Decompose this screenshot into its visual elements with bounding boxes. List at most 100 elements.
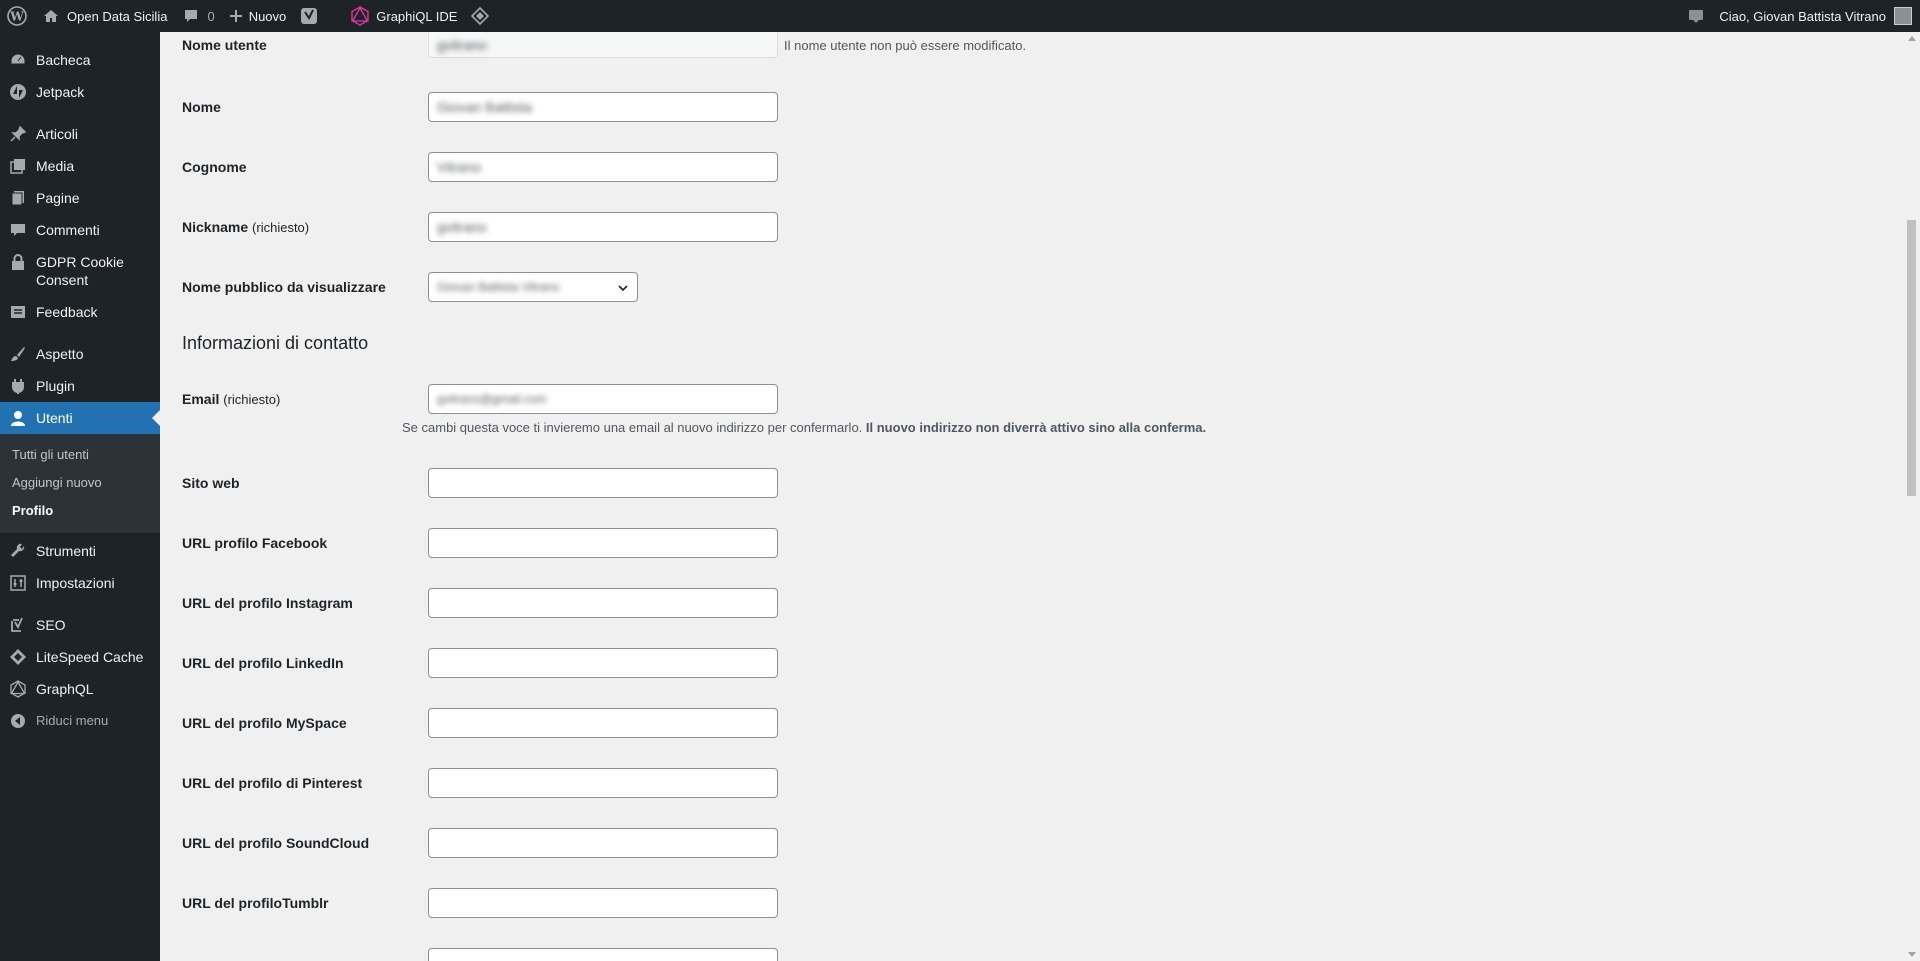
form-row-instagram: URL del profilo Instagram xyxy=(182,588,778,618)
menu-item-graphql[interactable]: GraphQL xyxy=(0,673,160,705)
form-row-display-name: Nome pubblico da visualizzare Giovan Bat… xyxy=(182,272,638,302)
menu-label: Impostazioni xyxy=(36,575,115,591)
myspace-url-field[interactable] xyxy=(428,708,778,738)
menu-item-jetpack[interactable]: Jetpack xyxy=(0,76,160,108)
user-greeting: Ciao, Giovan Battista Vitrano xyxy=(1719,8,1886,24)
page-scrollbar[interactable] xyxy=(1903,32,1920,961)
adminbar-right: Ciao, Giovan Battista Vitrano xyxy=(1680,0,1920,32)
comments-count: 0 xyxy=(207,8,215,24)
linkedin-url-field[interactable] xyxy=(428,648,778,678)
my-account-link[interactable]: Ciao, Giovan Battista Vitrano xyxy=(1712,0,1920,32)
submenu-item-profilo[interactable]: Profilo xyxy=(0,497,160,525)
menu-item-strumenti[interactable]: Strumenti xyxy=(0,535,160,567)
brush-icon xyxy=(8,345,28,363)
pages-icon xyxy=(8,189,28,207)
form-row-linkedin: URL del profilo LinkedIn xyxy=(182,648,778,678)
facebook-url-field[interactable] xyxy=(428,528,778,558)
collapse-icon xyxy=(8,712,28,730)
menu-label: Media xyxy=(36,158,75,174)
media-icon xyxy=(8,157,28,175)
menu-label: Strumenti xyxy=(36,543,96,559)
tumblr-url-field[interactable] xyxy=(428,888,778,918)
wordpress-icon: W xyxy=(7,6,27,26)
feedback-icon xyxy=(8,303,28,321)
litespeed-adminbar-button[interactable] xyxy=(464,0,496,32)
graphiql-ide-label: GraphiQL IDE xyxy=(376,8,458,24)
username-field: gvitrano xyxy=(428,32,778,58)
tumblr-label: URL del profiloTumblr xyxy=(182,894,329,911)
form-row-first-name: Nome Giovan Battista xyxy=(182,92,778,122)
chevron-down-icon xyxy=(617,281,629,297)
scrollbar-thumb[interactable] xyxy=(1907,220,1916,496)
form-row-facebook: URL profilo Facebook xyxy=(182,528,778,558)
menu-label: Commenti xyxy=(36,222,100,238)
facebook-label: URL profilo Facebook xyxy=(182,534,328,551)
menu-item-litespeed[interactable]: LiteSpeed Cache xyxy=(0,641,160,673)
form-row-pinterest: URL del profilo di Pinterest xyxy=(182,768,778,798)
scroll-up-arrow-icon[interactable] xyxy=(1908,36,1916,41)
form-row-myspace: URL del profilo MySpace xyxy=(182,708,778,738)
first-name-label: Nome xyxy=(182,98,221,115)
soundcloud-url-field[interactable] xyxy=(428,828,778,858)
twitter-field[interactable] xyxy=(428,948,778,961)
menu-item-aspetto[interactable]: Aspetto xyxy=(0,338,160,370)
form-row-tumblr: URL del profiloTumblr xyxy=(182,888,778,918)
display-name-select[interactable]: Giovan Battista Vitrano xyxy=(428,272,638,302)
home-icon xyxy=(41,6,61,26)
menu-item-utenti[interactable]: Utenti xyxy=(0,402,160,434)
instagram-url-field[interactable] xyxy=(428,588,778,618)
menu-item-articoli[interactable]: Articoli xyxy=(0,118,160,150)
instagram-label: URL del profilo Instagram xyxy=(182,594,353,611)
form-row-nickname: Nickname (richiesto) gvitrano xyxy=(182,212,778,242)
pinterest-url-field[interactable] xyxy=(428,768,778,798)
comments-link[interactable]: 0 xyxy=(174,0,221,32)
site-name-link[interactable]: Open Data Sicilia xyxy=(34,0,174,32)
users-submenu: Tutti gli utenti Aggiungi nuovo Profilo xyxy=(0,434,160,533)
admin-bar: W Open Data Sicilia 0 Nuovo GraphiQL IDE xyxy=(0,0,1920,32)
menu-label: Riduci menu xyxy=(36,713,109,728)
menu-item-impostazioni[interactable]: Impostazioni xyxy=(0,567,160,599)
form-row-twitter-partial xyxy=(182,948,778,961)
last-name-field[interactable]: Vitrano xyxy=(428,152,778,182)
required-note: (richiesto) xyxy=(252,219,310,235)
first-name-field[interactable]: Giovan Battista xyxy=(428,92,778,122)
menu-item-gdpr[interactable]: GDPR Cookie Consent xyxy=(0,246,160,296)
contact-section-title: Informazioni di contatto xyxy=(182,333,369,353)
comment-bubble-icon xyxy=(181,6,201,26)
litespeed-icon xyxy=(8,648,28,666)
website-field[interactable] xyxy=(428,468,778,498)
menu-label: Jetpack xyxy=(36,84,85,100)
scroll-down-arrow-icon[interactable] xyxy=(1908,952,1916,957)
menu-item-pagine[interactable]: Pagine xyxy=(0,182,160,214)
graphiql-ide-link[interactable]: GraphiQL IDE xyxy=(343,0,464,32)
wp-logo-button[interactable]: W xyxy=(0,0,34,32)
collapse-menu-button[interactable]: Riduci menu xyxy=(0,705,160,737)
graphql-logo-icon xyxy=(350,6,370,26)
new-content-button[interactable]: Nuovo xyxy=(222,0,294,32)
submenu-item-aggiungi-nuovo[interactable]: Aggiungi nuovo xyxy=(0,469,160,497)
menu-item-seo[interactable]: SEO xyxy=(0,609,160,641)
profile-form: Nome utente gvitrano Il nome utente non … xyxy=(160,32,1900,961)
nickname-label: Nickname (richiesto) xyxy=(182,218,310,235)
svg-text:W: W xyxy=(9,10,24,24)
submenu-item-tutti-gli-utenti[interactable]: Tutti gli utenti xyxy=(0,441,160,469)
menu-item-plugin[interactable]: Plugin xyxy=(0,370,160,402)
menu-label: Feedback xyxy=(36,304,98,320)
yoast-icon xyxy=(8,616,28,634)
notification-icon xyxy=(1687,7,1705,25)
users-icon xyxy=(8,409,28,427)
soundcloud-label: URL del profilo SoundCloud xyxy=(182,834,370,851)
menu-label: GraphQL xyxy=(36,681,94,697)
yoast-adminbar-button[interactable] xyxy=(293,0,325,32)
admin-sidebar: Bacheca Jetpack Articoli Media Pagine Co… xyxy=(0,32,160,961)
menu-item-commenti[interactable]: Commenti xyxy=(0,214,160,246)
nickname-field[interactable]: gvitrano xyxy=(428,212,778,242)
email-field[interactable]: gvitrano@gmail.com xyxy=(428,384,778,414)
jetpack-icon xyxy=(8,83,28,101)
linkedin-label: URL del profilo LinkedIn xyxy=(182,654,344,671)
menu-item-bacheca[interactable]: Bacheca xyxy=(0,44,160,76)
menu-item-media[interactable]: Media xyxy=(0,150,160,182)
notifications-button[interactable] xyxy=(1680,0,1712,32)
last-name-label: Cognome xyxy=(182,158,247,175)
menu-item-feedback[interactable]: Feedback xyxy=(0,296,160,328)
